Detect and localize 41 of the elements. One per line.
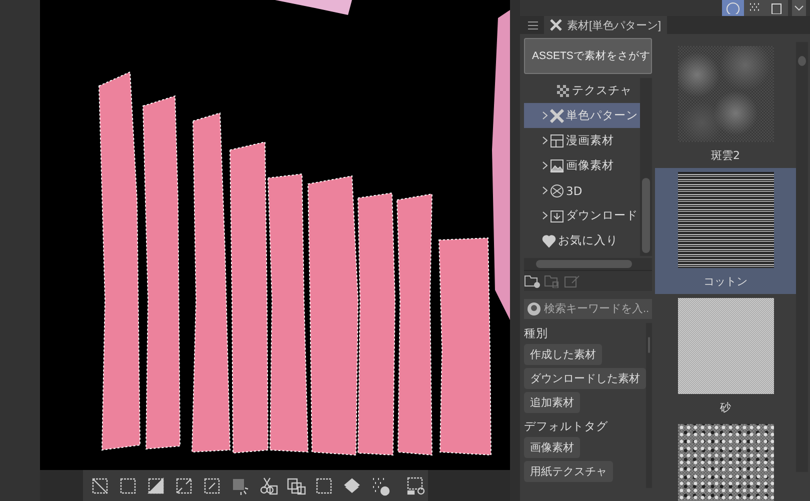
tree-item[interactable]: 画像素材 <box>524 153 640 178</box>
new-folder-icon[interactable] <box>524 274 540 288</box>
material-item[interactable]: 斑雲2 <box>655 42 796 168</box>
download-folder-icon <box>550 208 564 222</box>
panel-layout-icon <box>550 134 564 148</box>
checker-icon <box>556 84 570 98</box>
image-icon <box>550 158 564 172</box>
tag-button[interactable]: 追加素材 <box>524 392 580 413</box>
search-field[interactable]: 検索キーワードを入... <box>524 299 652 319</box>
cross-icon <box>550 108 564 122</box>
cube-icon <box>550 184 564 198</box>
dropdown-button[interactable] <box>792 0 806 16</box>
material-scrollbar[interactable] <box>796 42 808 472</box>
tree-item[interactable]: 漫画素材 <box>524 128 640 153</box>
heart-icon <box>542 234 556 248</box>
tag-button[interactable]: 画像素材 <box>524 437 580 458</box>
tree-item[interactable]: お気に入り <box>524 228 640 253</box>
material-item[interactable]: コットン <box>655 168 796 294</box>
assets-search-button[interactable]: ASSETSで素材をさがす <box>524 38 652 74</box>
menu-icon[interactable] <box>528 20 538 30</box>
caret-icon <box>794 4 804 12</box>
material-panel-tab[interactable]: 素材[単色パターン] <box>544 16 668 34</box>
material-item[interactable]: 砂 <box>655 294 796 420</box>
tag-button[interactable]: 作成した素材 <box>524 344 602 365</box>
square-view-button[interactable] <box>766 0 788 16</box>
cross-icon <box>550 19 562 31</box>
tag-button[interactable]: 用紙テクスチャ <box>524 461 613 482</box>
tree-horizontal-scrollbar[interactable] <box>524 258 652 270</box>
search-icon <box>527 302 541 316</box>
tag-group-title: 種別 <box>524 326 548 341</box>
tree-scrollbar[interactable] <box>640 78 652 256</box>
tree-item[interactable]: 単色パターン <box>524 103 640 128</box>
dots-icon <box>748 2 762 14</box>
circle-view-button[interactable] <box>722 0 744 16</box>
tag-group-title: デフォルトタグ <box>524 419 608 434</box>
pattern-view-button[interactable] <box>744 0 766 16</box>
tag-scrollbar[interactable] <box>646 323 652 488</box>
tag-button[interactable]: ダウンロードした素材 <box>524 368 646 389</box>
tree-item[interactable]: ダウンロード <box>524 203 640 228</box>
tree-item[interactable]: 3D <box>524 178 640 203</box>
tree-item[interactable]: テクスチャ <box>524 78 640 103</box>
